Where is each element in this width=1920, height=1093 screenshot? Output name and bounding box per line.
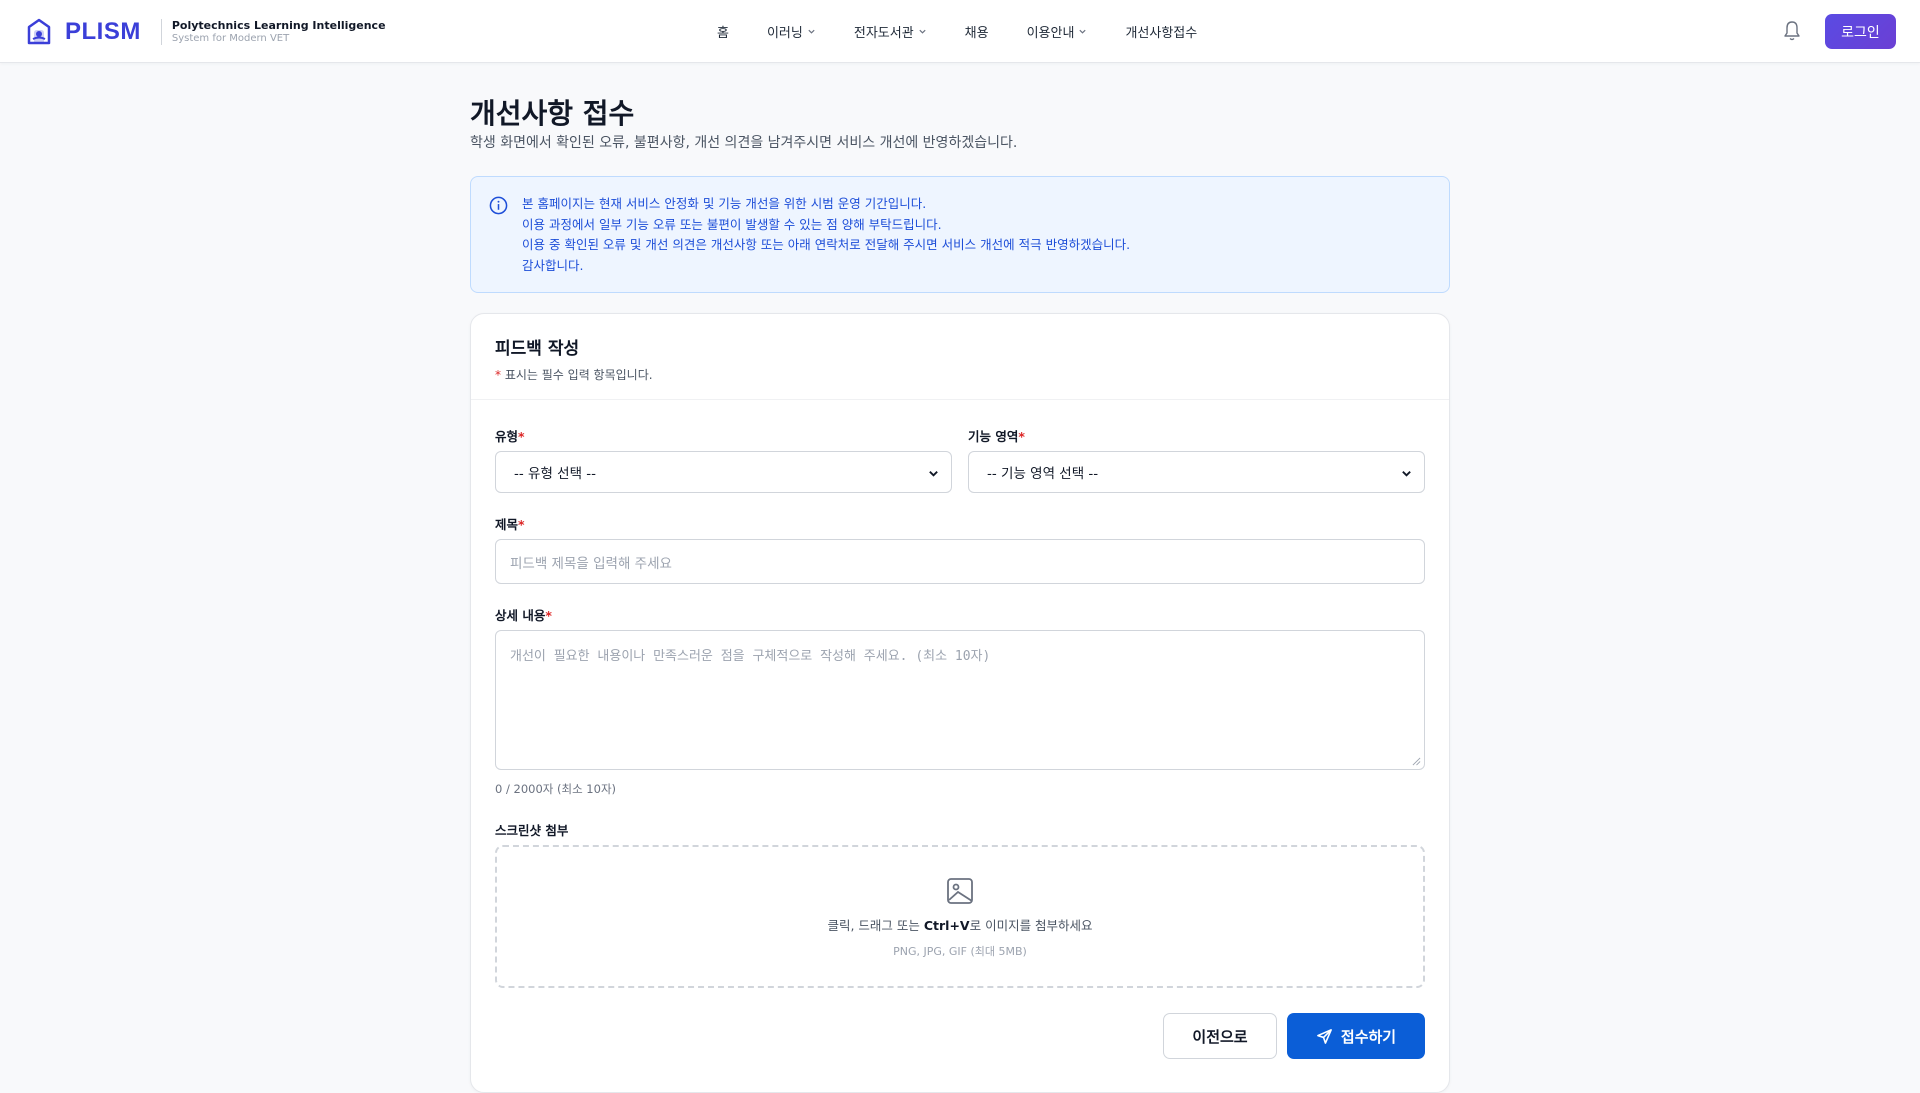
area-label: 기능 영역*: [968, 426, 1025, 445]
dropzone-instruction: 클릭, 드래그 또는 Ctrl+V로 이미지를 첨부하세요: [827, 915, 1092, 934]
top-header: PLISM Polytechnics Learning Intelligence…: [0, 0, 1920, 63]
nav-item-label: 홈: [717, 26, 729, 41]
char-counter: 0 / 2000자 (최소 10자): [495, 782, 617, 796]
nav-item-jobs[interactable]: 채용: [965, 22, 989, 41]
nav-item-feedback[interactable]: 개선사항접수: [1125, 22, 1197, 41]
required-mark: *: [1018, 429, 1025, 444]
dropzone-shortcut: Ctrl+V: [923, 918, 970, 933]
image-icon: [947, 878, 973, 904]
login-button[interactable]: 로그인: [1825, 14, 1896, 49]
area-select[interactable]: -- 기능 영역 선택 --: [968, 451, 1425, 493]
brand-divider: [160, 19, 162, 45]
nav-item-elearning[interactable]: 이러닝: [767, 22, 816, 41]
notice-line: 이용 중 확인된 오류 및 개선 의견은 개선사항 또는 아래 연락처로 전달해…: [522, 237, 1131, 252]
nav-item-elibrary[interactable]: 전자도서관: [854, 22, 927, 41]
page-title: 개선사항 접수: [470, 97, 635, 130]
prev-button[interactable]: 이전으로: [1163, 1013, 1277, 1059]
subject-input[interactable]: 피드백 제목을 입력해 주세요: [495, 539, 1425, 584]
required-note: * 표시는 필수 입력 항목입니다.: [495, 366, 1449, 383]
feedback-form-card: 피드백 작성 * 표시는 필수 입력 항목입니다. 유형* -- 유형 선택 -…: [470, 313, 1450, 1093]
brand-logo-link[interactable]: PLISM Polytechnics Learning Intelligence…: [25, 16, 386, 48]
bell-icon[interactable]: [1782, 20, 1802, 42]
chevron-down-icon: [919, 29, 926, 34]
chevron-down-icon: [929, 471, 938, 477]
subject-label: 제목*: [495, 514, 525, 533]
send-icon: [1316, 1028, 1332, 1044]
type-label: 유형*: [495, 426, 525, 445]
subject-placeholder: 피드백 제목을 입력해 주세요: [510, 555, 672, 572]
notice-line: 본 홈페이지는 현재 서비스 안정화 및 기능 개선을 위한 시범 운영 기간입…: [522, 196, 927, 211]
notice-text: 본 홈페이지는 현재 서비스 안정화 및 기능 개선을 위한 시범 운영 기간입…: [522, 194, 1130, 276]
area-select-value: -- 기능 영역 선택 --: [987, 466, 1099, 482]
nav-item-label: 개선사항접수: [1125, 26, 1198, 41]
required-mark: *: [545, 608, 552, 623]
nav-item-home[interactable]: 홈: [717, 22, 729, 41]
chevron-down-icon: [1402, 471, 1411, 477]
info-circle-icon: [489, 196, 508, 215]
resize-grip-icon[interactable]: [1412, 757, 1421, 766]
nav-item-label: 이러닝: [766, 26, 803, 41]
subject-label-text: 제목: [495, 517, 519, 532]
required-mark: *: [518, 517, 525, 532]
form-header: 피드백 작성 * 표시는 필수 입력 항목입니다.: [471, 314, 1449, 400]
brand-name: PLISM: [65, 18, 141, 45]
attachment-label: 스크린샷 첨부: [495, 823, 569, 838]
type-select[interactable]: -- 유형 선택 --: [495, 451, 952, 493]
detail-textarea[interactable]: 개선이 필요한 내용이나 만족스러운 점을 구체적으로 작성해 주세요. (최소…: [495, 630, 1425, 770]
nav-item-label: 전자도서관: [853, 26, 914, 41]
building-hand-icon: [27, 18, 51, 45]
nav-item-label: 채용: [964, 26, 989, 41]
required-mark: *: [495, 368, 501, 382]
required-mark: *: [518, 429, 525, 444]
dropzone-text-before: 클릭, 드래그 또는: [827, 918, 924, 933]
dropzone-hint: PNG, JPG, GIF (최대 5MB): [893, 945, 1027, 958]
chevron-down-icon: [808, 29, 815, 34]
main-nav: 홈 이러닝 전자도서관 채용 이용안내 개선사항접수: [717, 0, 1197, 63]
type-label-text: 유형: [495, 429, 519, 444]
detail-label: 상세 내용*: [495, 605, 552, 624]
nav-item-label: 이용안내: [1026, 26, 1075, 41]
nav-item-guide[interactable]: 이용안내: [1027, 22, 1088, 41]
dropzone-text-after: 로 이미지를 첨부하세요: [969, 918, 1093, 933]
notice-line: 감사합니다.: [522, 257, 584, 273]
form-title: 피드백 작성: [495, 339, 580, 359]
detail-placeholder: 개선이 필요한 내용이나 만족스러운 점을 구체적으로 작성해 주세요. (최소…: [510, 649, 991, 664]
brand-tagline-line1: Polytechnics Learning Intelligence: [171, 19, 386, 32]
screenshot-dropzone[interactable]: 클릭, 드래그 또는 Ctrl+V로 이미지를 첨부하세요 PNG, JPG, …: [495, 845, 1425, 988]
submit-button[interactable]: 접수하기: [1287, 1013, 1425, 1059]
area-label-text: 기능 영역: [968, 429, 1019, 444]
type-select-value: -- 유형 선택 --: [514, 466, 597, 482]
chevron-down-icon: [1079, 29, 1087, 34]
detail-label-text: 상세 내용: [495, 608, 546, 623]
required-note-text: 표시는 필수 입력 항목입니다.: [504, 368, 653, 382]
notice-box: 본 홈페이지는 현재 서비스 안정화 및 기능 개선을 위한 시범 운영 기간입…: [470, 176, 1450, 293]
submit-button-label: 접수하기: [1340, 1027, 1397, 1046]
brand-tagline: Polytechnics Learning Intelligence Syste…: [172, 19, 386, 45]
brand-tagline-line2: System for Modern VET: [171, 33, 290, 44]
notice-line: 이용 과정에서 일부 기능 오류 또는 불편이 발생할 수 있는 점 양해 부탁…: [522, 216, 942, 232]
page-description: 학생 화면에서 확인된 오류, 불편사항, 개선 의견을 남겨주시면 서비스 개…: [470, 135, 1018, 151]
